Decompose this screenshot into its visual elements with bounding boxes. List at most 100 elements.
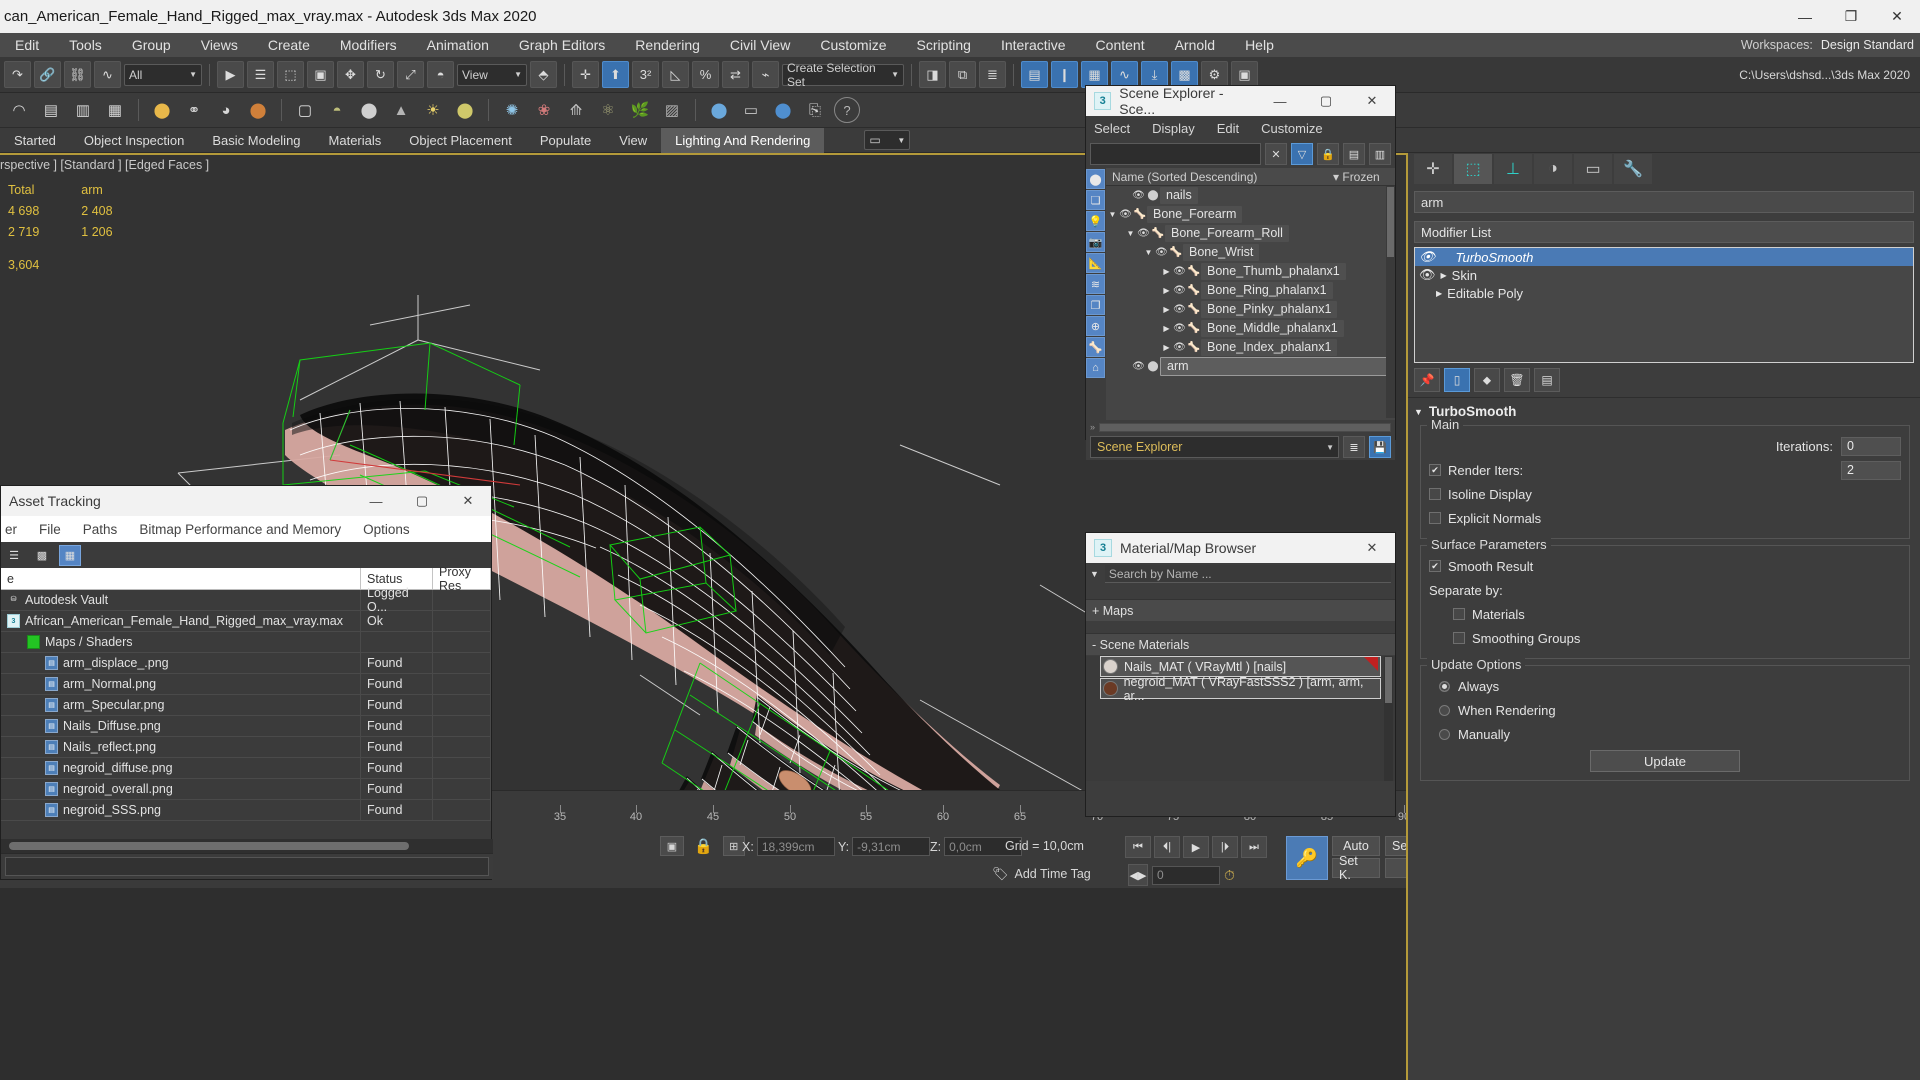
modifier-stack-item-skin[interactable]: 👁 ▶ Skin xyxy=(1415,266,1913,284)
align-tool-icon[interactable]: ⧉ xyxy=(949,61,976,88)
se-menu-customize[interactable]: Customize xyxy=(1261,121,1322,136)
scene-tree-row-label[interactable]: Bone_Pinky_phalanx1 xyxy=(1201,301,1338,318)
scene-tree-scrollbar[interactable] xyxy=(1386,186,1395,418)
menu-item-help[interactable]: Help xyxy=(1230,37,1289,53)
asset-row[interactable]: Maps / Shaders xyxy=(1,632,491,653)
scene-tree-row-label[interactable]: Bone_Wrist xyxy=(1183,244,1260,261)
object-name-field[interactable]: arm xyxy=(1414,191,1914,213)
modifier-stack-empty-area[interactable] xyxy=(1415,302,1913,362)
iterations-spinner[interactable]: 0 xyxy=(1841,436,1901,456)
se-menu-select[interactable]: Select xyxy=(1094,121,1130,136)
expand-arrow-icon[interactable]: ▼ xyxy=(1125,229,1136,238)
explicit-normals-row[interactable]: Explicit Normals xyxy=(1429,506,1901,530)
mirror-tool-icon[interactable]: ◨ xyxy=(919,61,946,88)
select-object-icon[interactable]: ▶ xyxy=(217,61,244,88)
blue-sphere-icon[interactable]: ⬤ xyxy=(706,97,732,123)
menu-item-create[interactable]: Create xyxy=(253,37,325,53)
y-field[interactable]: -9,31cm xyxy=(852,837,931,856)
unlink-icon[interactable]: ⛓ xyxy=(64,61,91,88)
viewport-layout-combo[interactable]: ▭ ▼ xyxy=(864,130,911,150)
asset-row[interactable]: 3 African_American_Female_Hand_Rigged_ma… xyxy=(1,611,491,632)
menu-item-rendering[interactable]: Rendering xyxy=(620,37,715,53)
play-icon[interactable]: ▶ xyxy=(1183,836,1209,858)
mirror-icon[interactable]: ⇄ xyxy=(722,61,749,88)
explicit-normals-checkbox[interactable] xyxy=(1429,512,1441,524)
expand-arrow-icon[interactable]: ▶ xyxy=(1161,305,1172,314)
asset-row[interactable]: ▤ negroid_SSS.png Found xyxy=(1,800,491,821)
key-filters-button[interactable]: 🔑 xyxy=(1286,836,1328,880)
window-crossing-icon[interactable]: ▣ xyxy=(307,61,334,88)
when-rendering-radio[interactable] xyxy=(1439,704,1450,716)
pin-stack-icon[interactable]: 📌 xyxy=(1414,368,1440,392)
rectangular-selection-icon[interactable]: ⬚ xyxy=(277,61,304,88)
copy-paste-icon[interactable]: ⎘ xyxy=(802,97,828,123)
filter-icon[interactable]: ▽ xyxy=(1291,143,1313,165)
time-config-icon[interactable]: ⏱ xyxy=(1224,867,1235,884)
menu-item-group[interactable]: Group xyxy=(117,37,186,53)
selection-lock-box-icon[interactable]: ▣ xyxy=(660,836,684,856)
scene-tree-row[interactable]: ▼ 👁 🦴 Bone_Forearm_Roll xyxy=(1106,224,1395,243)
filter-xrefs-icon[interactable]: ⊕ xyxy=(1086,316,1105,336)
tab-basic-modeling[interactable]: Basic Modeling xyxy=(198,128,314,153)
material-editor-icon[interactable]: ▩ xyxy=(1171,61,1198,88)
schematic-view-icon[interactable]: ⤓ xyxy=(1141,61,1168,88)
workspaces-selector[interactable]: Workspaces: Design Standard xyxy=(1741,38,1920,52)
teapot-icon[interactable]: ⬤ xyxy=(452,97,478,123)
materials-checkbox[interactable] xyxy=(1453,608,1465,620)
manually-radio[interactable] xyxy=(1439,728,1450,740)
dependency-view-icon[interactable]: ▩ xyxy=(31,545,53,566)
scene-tree-row[interactable]: ▶ 👁 🦴 Bone_Index_phalanx1 xyxy=(1106,338,1395,357)
next-frame-icon[interactable]: |⏵ xyxy=(1212,836,1238,858)
percent-snap-icon[interactable]: 3² xyxy=(632,61,659,88)
scene-tree-row[interactable]: ▶ 👁 🦴 Bone_Ring_phalanx1 xyxy=(1106,281,1395,300)
filter-shapes-icon[interactable]: ❏ xyxy=(1086,190,1105,210)
when-rendering-row[interactable]: When Rendering xyxy=(1429,698,1901,722)
visibility-eye-icon[interactable]: 👁 xyxy=(1172,266,1187,277)
modifier-stack-item-editable-poly[interactable]: ▶ Editable Poly xyxy=(1415,284,1913,302)
material-browser-close-button[interactable]: ✕ xyxy=(1349,533,1395,563)
lock-selection-icon[interactable]: 🔒 xyxy=(1317,143,1339,165)
expand-arrow-icon[interactable]: ▶ xyxy=(1161,343,1172,352)
visibility-eye-icon[interactable]: 👁 xyxy=(1172,342,1187,353)
snaps-toggle-icon[interactable]: ✛ xyxy=(572,61,599,88)
asset-row[interactable]: ▤ negroid_diffuse.png Found xyxy=(1,758,491,779)
at-menu-er[interactable]: er xyxy=(5,522,17,537)
visibility-eye-icon[interactable]: 👁 xyxy=(1419,267,1436,283)
expand-arrow-icon[interactable]: ▶ xyxy=(1436,289,1442,298)
se-menu-edit[interactable]: Edit xyxy=(1217,121,1239,136)
scene-tree-row-label[interactable]: nails xyxy=(1160,187,1198,204)
expand-arrow-icon[interactable]: ▶ xyxy=(1161,267,1172,276)
update-button[interactable]: Update xyxy=(1590,750,1740,772)
time-tag-icon[interactable]: 🏷 xyxy=(992,866,1009,882)
filter-groups-icon[interactable]: ❐ xyxy=(1086,295,1105,315)
filter-space-warps-icon[interactable]: ≋ xyxy=(1086,274,1105,294)
configure-modifier-sets-icon[interactable]: ▤ xyxy=(1534,368,1560,392)
scene-tree-row-label[interactable]: Bone_Thumb_phalanx1 xyxy=(1201,263,1346,280)
material-list[interactable]: Nails_MAT ( VRayMtl ) [nails] negroid_MA… xyxy=(1086,656,1395,781)
tab-display[interactable]: ▭ xyxy=(1574,154,1612,184)
display-options-icon[interactable]: ▥ xyxy=(1369,143,1391,165)
set-key-button[interactable]: Set K. xyxy=(1332,854,1380,882)
asset-row[interactable]: ▤ negroid_overall.png Found xyxy=(1,779,491,800)
material-row[interactable]: negroid_MAT ( VRayFastSSS2 ) [arm, arm, … xyxy=(1100,675,1381,703)
link-icon[interactable]: 🔗 xyxy=(34,61,61,88)
always-row[interactable]: Always xyxy=(1429,674,1901,698)
scrollbar-thumb[interactable] xyxy=(1385,657,1392,703)
asset-row[interactable]: ▤ Nails_reflect.png Found xyxy=(1,737,491,758)
show-end-result-icon[interactable]: ▯ xyxy=(1444,368,1470,392)
material-section-scene-materials[interactable]: - Scene Materials xyxy=(1086,633,1395,655)
current-frame-field[interactable]: 0 xyxy=(1152,865,1220,885)
menu-item-views[interactable]: Views xyxy=(186,37,253,53)
scene-tree-row-label[interactable]: Bone_Ring_phalanx1 xyxy=(1201,282,1333,299)
tab-view[interactable]: View xyxy=(605,128,661,153)
visibility-eye-icon[interactable]: 👁 xyxy=(1419,249,1436,265)
asset-row[interactable]: ⛁ Autodesk Vault Logged O... xyxy=(1,586,491,614)
asset-row[interactable]: ▤ Nails_Diffuse.png Found xyxy=(1,716,491,737)
help-icon[interactable]: ? xyxy=(834,97,860,123)
go-to-start-icon[interactable]: ⏮ xyxy=(1125,836,1151,858)
scene-explorer-icon[interactable]: ▤ xyxy=(1021,61,1048,88)
close-button[interactable]: ✕ xyxy=(1874,0,1920,33)
tab-materials[interactable]: Materials xyxy=(315,128,396,153)
smoothing-groups-checkbox[interactable] xyxy=(1453,632,1465,644)
placement-icon[interactable]: ◓ xyxy=(427,61,454,88)
